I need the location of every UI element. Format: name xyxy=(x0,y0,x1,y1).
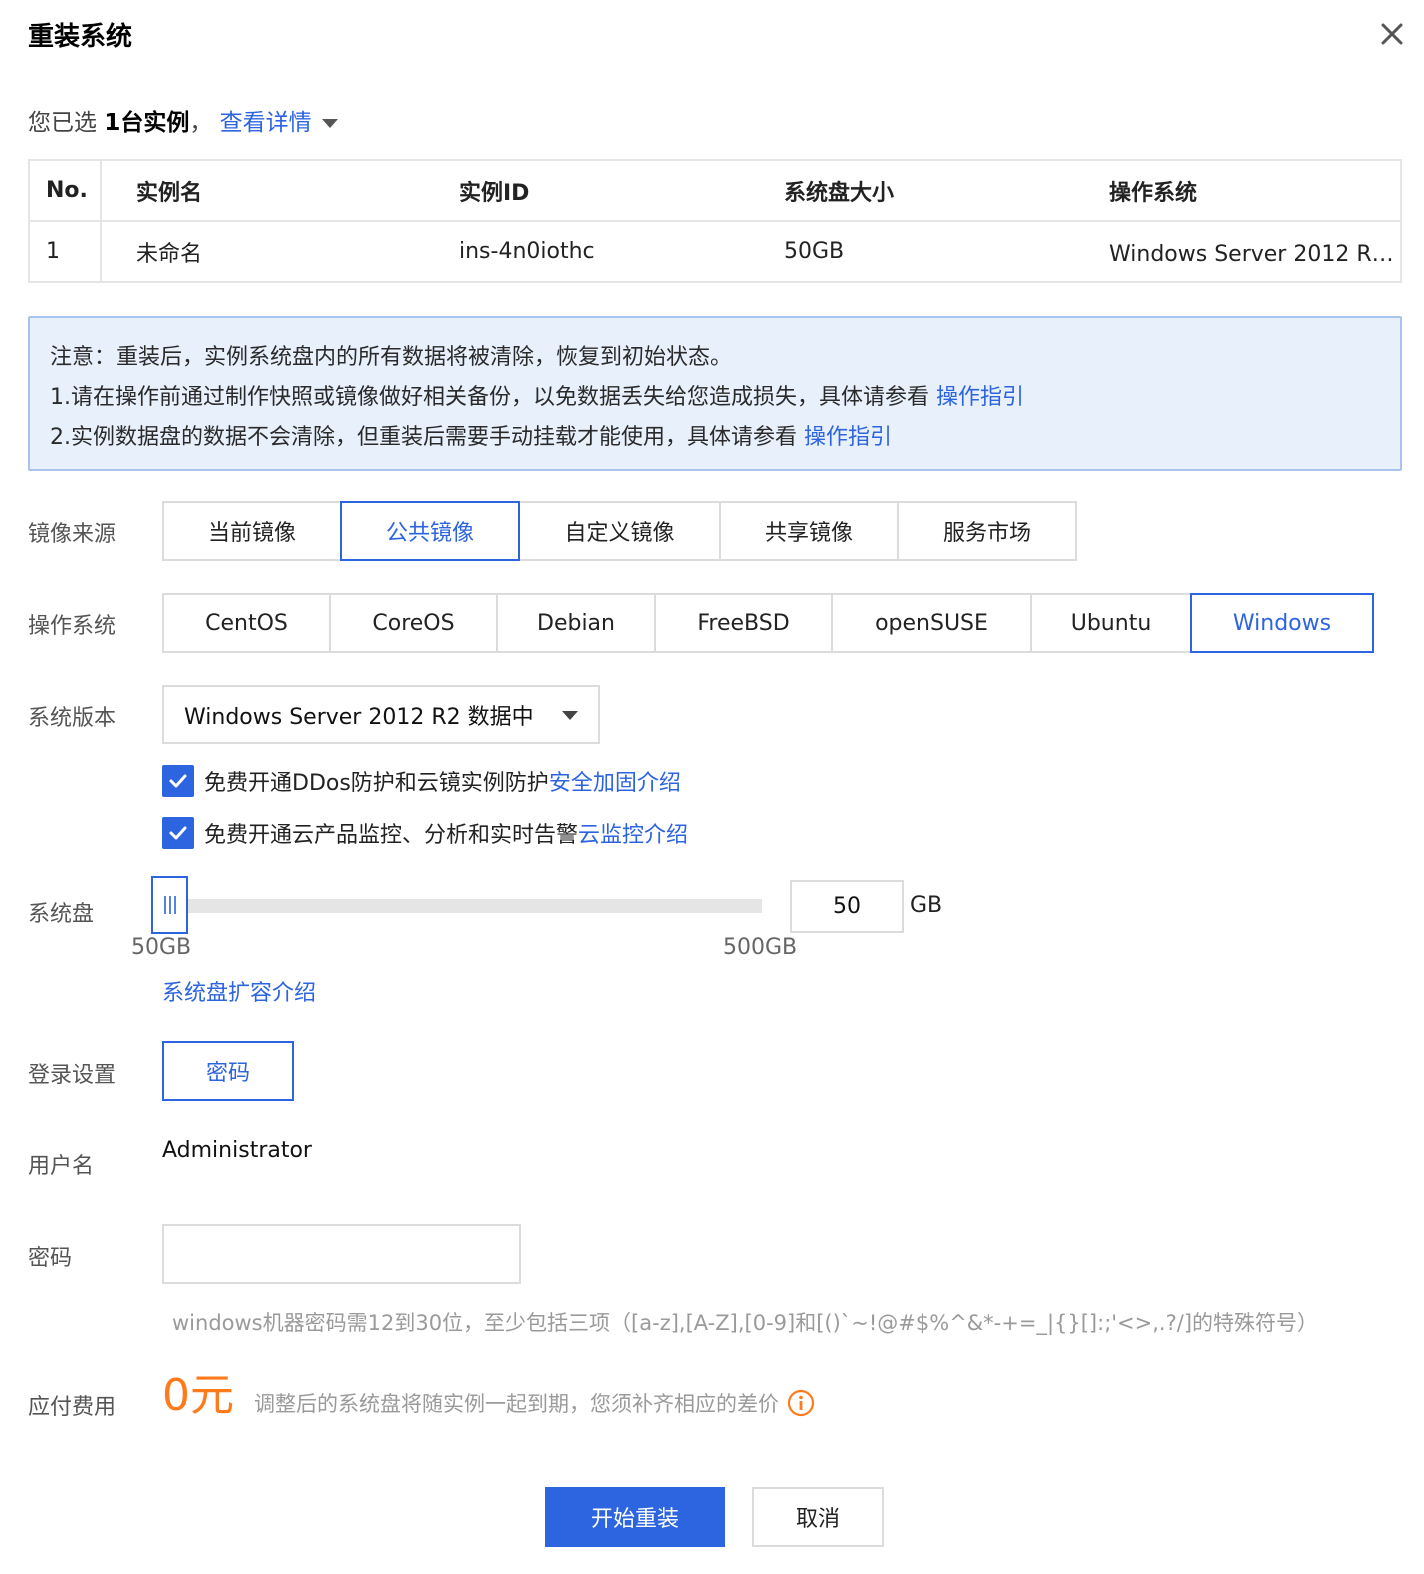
cell-no: 1 xyxy=(29,221,102,283)
header-os: 操作系统 xyxy=(1075,160,1401,222)
image-source-shared[interactable]: 共享镜像 xyxy=(719,501,899,561)
os-centos[interactable]: CentOS xyxy=(162,593,331,653)
view-details-link[interactable]: 查看详情 xyxy=(220,110,338,136)
selected-instances-summary: 您已选 1台实例， 查看详情 xyxy=(28,103,338,137)
header-disk-size: 系统盘大小 xyxy=(750,160,1075,222)
image-source-marketplace[interactable]: 服务市场 xyxy=(897,501,1077,561)
cloud-monitor-link[interactable]: 云监控介绍 xyxy=(578,817,688,849)
login-settings-label: 登录设置 xyxy=(28,1063,117,1088)
monitoring-text: 免费开通云产品监控、分析和实时告警 xyxy=(204,823,579,848)
password-hint: windows机器密码需12到30位，至少包括三项（[a-z],[A-Z],[0… xyxy=(172,1311,1319,1335)
image-source-custom[interactable]: 自定义镜像 xyxy=(518,501,721,561)
cell-os: Windows Server 2012 R2 数据中心版 64位中文版 xyxy=(1075,221,1401,283)
selected-suffix: ， xyxy=(189,110,213,136)
caret-down-icon xyxy=(321,119,338,128)
start-reinstall-button[interactable]: 开始重装 xyxy=(545,1487,725,1547)
warning-notice: 注意：重装后，实例系统盘内的所有数据将被清除，恢复到初始状态。 1.请在操作前通… xyxy=(28,316,1402,471)
notice-line-3: 2.实例数据盘的数据不会清除，但重装后需要手动挂载才能使用，具体请参看 操作指引 xyxy=(50,418,1400,458)
disk-max-label: 500GB xyxy=(723,935,798,960)
system-disk-label: 系统盘 xyxy=(28,902,95,927)
fee-label: 应付费用 xyxy=(28,1395,117,1420)
disk-expansion-link[interactable]: 系统盘扩容介绍 xyxy=(162,975,316,1007)
fee-note: 调整后的系统盘将随实例一起到期，您须补齐相应的差价 xyxy=(254,1392,779,1416)
selected-count: 1台实例 xyxy=(104,110,190,136)
disk-min-label: 50GB xyxy=(131,935,192,960)
fee-note-row: 调整后的系统盘将随实例一起到期，您须补齐相应的差价 xyxy=(254,1388,815,1418)
version-label: 系统版本 xyxy=(28,706,117,731)
image-source-label: 镜像来源 xyxy=(28,522,117,547)
os-selector: CentOS CoreOS Debian FreeBSD openSUSE Ub… xyxy=(162,593,1374,653)
checkmark-icon xyxy=(169,826,187,840)
header-instance-id: 实例ID xyxy=(425,160,750,222)
guide-link-2[interactable]: 操作指引 xyxy=(804,425,892,450)
disk-size-slider-handle[interactable] xyxy=(151,876,188,934)
instances-table: No. 实例名 实例ID 系统盘大小 操作系统 1 未命名 ins-4n0iot… xyxy=(28,159,1402,283)
fee-amount: 0元 xyxy=(162,1370,234,1421)
os-label: 操作系统 xyxy=(28,614,117,639)
password-label: 密码 xyxy=(28,1246,73,1271)
header-instance-name: 实例名 xyxy=(101,160,425,222)
selected-prefix: 您已选 xyxy=(28,110,105,136)
close-icon[interactable] xyxy=(1372,14,1412,54)
login-password-option[interactable]: 密码 xyxy=(162,1041,294,1101)
dialog-title: 重装系统 xyxy=(28,22,133,52)
notice-line-1: 注意：重装后，实例系统盘内的所有数据将被清除，恢复到初始状态。 xyxy=(50,345,733,370)
view-details-label: 查看详情 xyxy=(219,110,312,136)
username-label: 用户名 xyxy=(28,1154,95,1179)
os-ubuntu[interactable]: Ubuntu xyxy=(1030,593,1192,653)
ddos-protection-text: 免费开通DDos防护和云镜实例防护 xyxy=(204,771,549,796)
monitoring-checkbox[interactable] xyxy=(162,817,194,849)
header-no: No. xyxy=(29,160,102,222)
password-input[interactable] xyxy=(162,1224,521,1284)
notice-line-2: 1.请在操作前通过制作快照或镜像做好相关备份，以免数据丢失给您造成损失，具体请参… xyxy=(50,378,1400,418)
table-row: 1 未命名 ins-4n0iothc 50GB Windows Server 2… xyxy=(29,221,1401,283)
caret-down-icon xyxy=(562,711,578,720)
notice-line-3-text: 2.实例数据盘的数据不会清除，但重装后需要手动挂载才能使用，具体请参看 xyxy=(50,425,804,450)
username-value: Administrator xyxy=(162,1138,312,1163)
guide-link-1[interactable]: 操作指引 xyxy=(936,385,1024,410)
version-select[interactable]: Windows Server 2012 R2 数据中 xyxy=(162,685,600,744)
table-header-row: No. 实例名 实例ID 系统盘大小 操作系统 xyxy=(29,160,1401,222)
security-hardening-link[interactable]: 安全加固介绍 xyxy=(549,765,681,797)
cancel-button[interactable]: 取消 xyxy=(752,1487,884,1547)
cell-instance-id: ins-4n0iothc xyxy=(425,221,750,283)
ddos-protection-checkbox[interactable] xyxy=(162,765,194,797)
version-value: Windows Server 2012 R2 数据中 xyxy=(184,704,534,730)
checkmark-icon xyxy=(169,774,187,788)
monitoring-row: 免费开通云产品监控、分析和实时告警 云监控介绍 xyxy=(162,817,688,849)
os-windows[interactable]: Windows xyxy=(1190,593,1374,653)
info-icon[interactable] xyxy=(787,1389,815,1417)
cell-instance-name: 未命名 xyxy=(101,221,425,283)
os-coreos[interactable]: CoreOS xyxy=(329,593,498,653)
disk-size-slider-track[interactable] xyxy=(186,899,762,913)
grip-icon xyxy=(163,896,176,914)
disk-size-unit: GB xyxy=(910,893,943,918)
notice-line-2-text: 1.请在操作前通过制作快照或镜像做好相关备份，以免数据丢失给您造成损失，具体请参… xyxy=(50,385,936,410)
cell-disk-size: 50GB xyxy=(750,221,1075,283)
os-debian[interactable]: Debian xyxy=(496,593,656,653)
image-source-current[interactable]: 当前镜像 xyxy=(162,501,342,561)
image-source-public[interactable]: 公共镜像 xyxy=(340,501,520,561)
disk-size-input[interactable]: 50 xyxy=(790,880,904,933)
ddos-protection-row: 免费开通DDos防护和云镜实例防护 安全加固介绍 xyxy=(162,765,681,797)
os-freebsd[interactable]: FreeBSD xyxy=(654,593,833,653)
image-source-selector: 当前镜像 公共镜像 自定义镜像 共享镜像 服务市场 xyxy=(162,501,1077,561)
os-opensuse[interactable]: openSUSE xyxy=(831,593,1032,653)
